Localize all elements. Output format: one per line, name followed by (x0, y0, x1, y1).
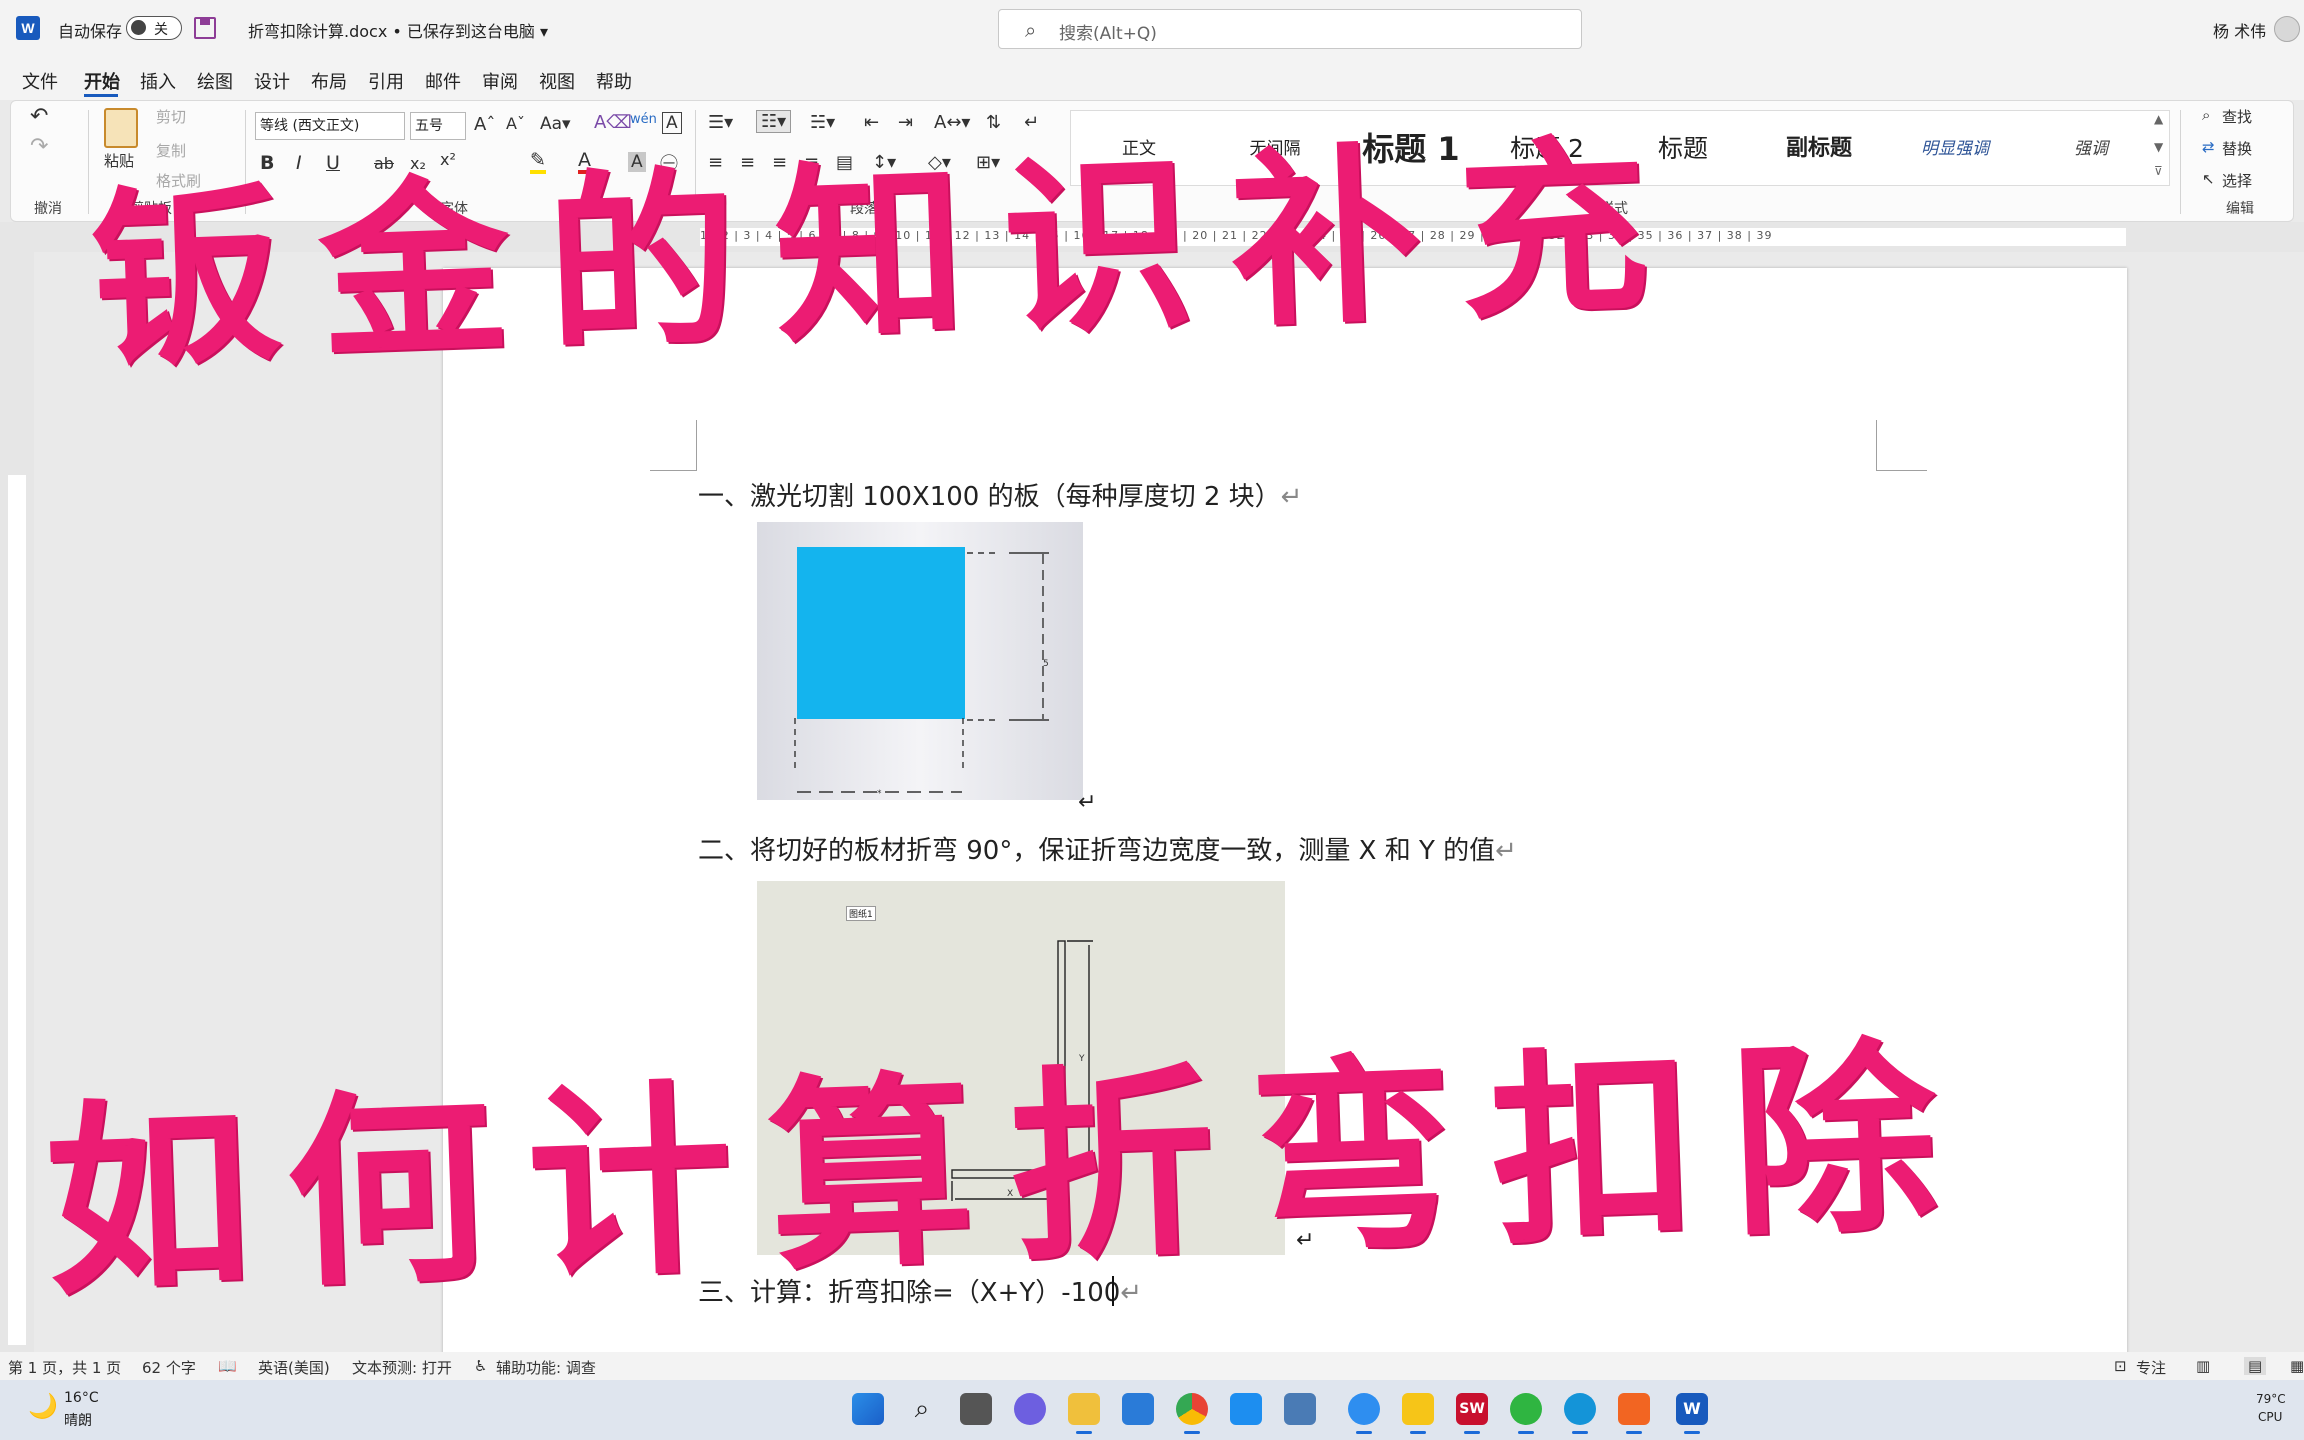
proofing-icon[interactable]: 📖 (218, 1357, 237, 1375)
language[interactable]: 英语(美国) (258, 1357, 330, 1378)
page-count[interactable]: 第 1 页，共 1 页 (8, 1357, 121, 1378)
tab-home[interactable]: 开始 (84, 68, 120, 94)
document-line-2[interactable]: 二、将切好的板材折弯 90°，保证折弯边宽度一致，测量 X 和 Y 的值↵ (698, 830, 1517, 867)
svg-text:*: * (877, 789, 882, 799)
word-app-icon: W (16, 16, 40, 40)
focus-icon: ⊡ (2114, 1357, 2127, 1375)
accessibility-icon: ♿ (474, 1357, 488, 1375)
status-bar: 第 1 页，共 1 页 62 个字 📖 英语(美国) 文本预测: 打开 ♿ 辅助… (0, 1352, 2304, 1380)
text-prediction[interactable]: 文本预测: 打开 (352, 1357, 452, 1378)
undo-group-label: 撤消 (34, 201, 62, 217)
tab-file[interactable]: 文件 (22, 68, 58, 94)
document-title[interactable]: 折弯扣除计算.docx • 已保存到这台电脑 ▾ (248, 18, 548, 42)
undo-icon[interactable]: ↶ (30, 104, 48, 129)
search-icon: ⌕ (1025, 18, 1037, 42)
chat-icon[interactable] (1014, 1393, 1046, 1425)
weather-temperature[interactable]: 16°C (64, 1390, 99, 1406)
print-layout-icon[interactable]: ▤ (2244, 1357, 2267, 1375)
store-icon[interactable] (1122, 1393, 1154, 1425)
tab-view[interactable]: 视图 (539, 68, 575, 94)
tab-help[interactable]: 帮助 (596, 68, 632, 94)
media-player-icon[interactable] (1618, 1393, 1650, 1434)
mail-icon[interactable] (1230, 1393, 1262, 1425)
vertical-ruler-text-area (8, 475, 26, 1345)
replace-icon: ⇄ (2202, 138, 2215, 156)
paragraph-mark: ↵ (1280, 482, 1303, 512)
margin-corner-mark (650, 420, 697, 471)
tab-references[interactable]: 引用 (368, 68, 404, 94)
document-line-1[interactable]: 一、激光切割 100X100 的板（每种厚度切 2 块）↵ (698, 476, 1302, 513)
margin-corner-mark (1876, 420, 1927, 471)
file-explorer-icon[interactable] (1068, 1393, 1100, 1434)
sticky-notes-icon[interactable] (1402, 1393, 1434, 1434)
line-2-text: 二、将切好的板材折弯 90°，保证折弯边宽度一致，测量 X 和 Y 的值 (698, 836, 1496, 866)
editing-group-label: 编辑 (2226, 201, 2254, 217)
style-subtitle[interactable]: 副标题 (1751, 111, 1887, 187)
style-intense-emphasis[interactable]: 明显强调 (1887, 111, 2023, 187)
photos-icon[interactable] (1284, 1393, 1316, 1425)
autosave-label: 自动保存 (58, 22, 123, 41)
styles-scroll-down-icon[interactable]: ▼ (2154, 140, 2163, 154)
toggle-knob (131, 20, 146, 35)
tab-layout[interactable]: 布局 (311, 68, 347, 94)
find-icon: ⌕ (2202, 106, 2211, 124)
start-icon[interactable] (852, 1393, 884, 1425)
read-mode-icon[interactable]: ▥ (2196, 1357, 2210, 1375)
autosave-toggle[interactable]: 关 (126, 16, 182, 40)
tab-mailings[interactable]: 邮件 (425, 68, 461, 94)
focus-mode[interactable]: 专注 (2136, 1357, 2166, 1378)
figure-1-dimensions: 5 * (794, 552, 1049, 799)
styles-scroll-up-icon[interactable]: ▲ (2154, 112, 2163, 126)
messenger-icon[interactable] (1348, 1393, 1380, 1434)
word-count[interactable]: 62 个字 (142, 1357, 196, 1378)
autosave-state: 关 (154, 22, 168, 38)
accessibility-status[interactable]: 辅助功能: 调查 (496, 1357, 596, 1378)
solidworks-icon[interactable]: SW (1456, 1393, 1488, 1434)
weather-description[interactable]: 晴朗 (64, 1410, 92, 1430)
search-placeholder: 搜索(Alt+Q) (1059, 24, 1157, 44)
tab-insert[interactable]: 插入 (140, 68, 176, 94)
search-icon[interactable]: ⌕ (906, 1393, 938, 1425)
styles-expand-icon[interactable]: ⊽ (2154, 164, 2163, 178)
tab-draw[interactable]: 绘图 (197, 68, 233, 94)
search-input[interactable]: ⌕ 搜索(Alt+Q) (998, 9, 1582, 49)
word-taskbar-icon[interactable]: W (1676, 1393, 1708, 1434)
edge-icon[interactable] (1564, 1393, 1596, 1434)
wechat-icon[interactable] (1510, 1393, 1542, 1434)
avatar[interactable] (2274, 16, 2300, 42)
save-icon[interactable] (194, 17, 216, 39)
line-1-text: 一、激光切割 100X100 的板（每种厚度切 2 块） (698, 482, 1281, 512)
replace-button[interactable]: 替换 (2222, 138, 2252, 159)
user-name[interactable]: 杨 术伟 (2213, 18, 2266, 42)
redo-icon[interactable]: ↷ (30, 134, 48, 159)
style-emphasis[interactable]: 强调 (2023, 111, 2159, 187)
web-layout-icon[interactable]: ▦ (2290, 1357, 2304, 1375)
overlay-title-top: 钣金的知识补充 (87, 114, 1691, 393)
select-button[interactable]: 选择 (2222, 170, 2252, 191)
select-icon: ↖ (2202, 170, 2215, 188)
find-button[interactable]: 查找 (2222, 106, 2252, 127)
svg-text:5: 5 (1043, 659, 1049, 669)
cpu-label: CPU (2258, 1410, 2283, 1424)
divider (2180, 110, 2181, 214)
paragraph-mark: ↵ (1078, 790, 1097, 815)
active-tab-indicator (84, 94, 118, 97)
chrome-icon[interactable] (1176, 1393, 1208, 1434)
weather-moon-icon[interactable]: 🌙 (28, 1392, 58, 1420)
paragraph-mark: ↵ (1495, 836, 1517, 866)
tab-review[interactable]: 审阅 (482, 68, 518, 94)
task-view-icon[interactable] (960, 1393, 992, 1425)
tab-design[interactable]: 设计 (254, 68, 290, 94)
cpu-temperature: 79°C (2256, 1392, 2286, 1406)
